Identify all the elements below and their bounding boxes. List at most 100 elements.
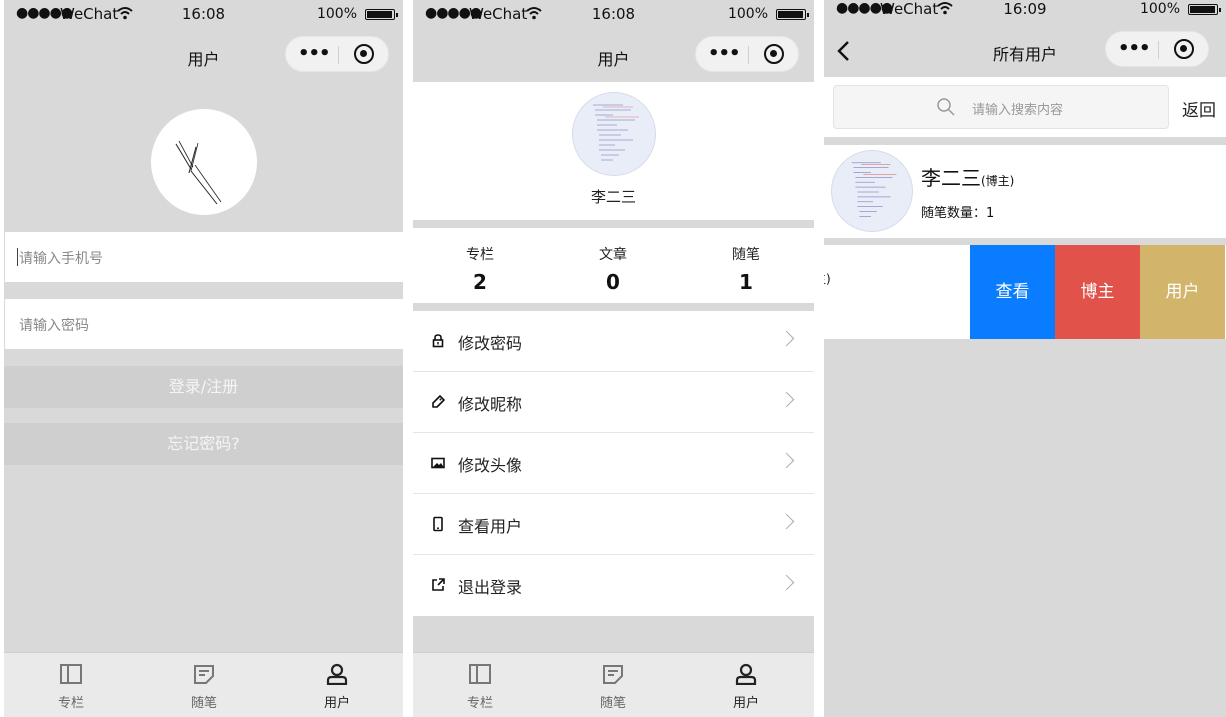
user-icon: [735, 663, 757, 685]
tab-column[interactable]: 专栏: [31, 653, 111, 717]
stat-column[interactable]: 专栏 2: [430, 244, 530, 294]
battery-percent: 100%: [1139, 1, 1180, 17]
search-icon: [937, 98, 955, 116]
external-link-icon: [432, 578, 445, 591]
user-name-line: 李二三(博主): [921, 162, 1014, 191]
tab-essay[interactable]: 随笔: [164, 653, 244, 717]
profile-username: 李二三: [590, 188, 636, 206]
chevron-right-icon: [778, 391, 795, 408]
forgot-password-button[interactable]: 忘记密码?: [4, 423, 403, 465]
profile-screen: ●●●●● WeChat 16:08 100% 用户 ••• 李二三 专栏 2 …: [413, 0, 814, 717]
tab-user-label: 用户: [732, 696, 759, 711]
stat-article-value: 0: [606, 270, 620, 294]
essay-count: 随笔数量：1: [921, 206, 995, 221]
stats-panel: 专栏 2 文章 0 随笔 1: [413, 228, 814, 303]
menu-change-password[interactable]: 修改密码: [413, 311, 814, 372]
more-icon[interactable]: •••: [708, 43, 741, 64]
mini-program-capsule: •••: [1105, 31, 1209, 67]
more-icon[interactable]: •••: [298, 43, 331, 64]
password-field[interactable]: 请输入密码: [5, 299, 403, 349]
tab-column[interactable]: 专栏: [440, 653, 520, 717]
password-placeholder: 请输入密码: [19, 318, 89, 334]
user-name: 李二三: [921, 166, 981, 190]
menu-label: 修改昵称: [458, 395, 523, 414]
battery-percent: 100%: [727, 6, 768, 22]
mini-program-capsule: •••: [285, 36, 389, 72]
column-icon: [469, 664, 491, 684]
partial-role-text: 主): [824, 272, 831, 286]
user-avatar-image: [851, 162, 897, 217]
menu-change-nickname[interactable]: 修改昵称: [413, 372, 814, 433]
phone-placeholder: 请输入手机号: [19, 251, 103, 267]
stat-essay[interactable]: 随笔 1: [696, 244, 796, 294]
user-avatar: [831, 150, 913, 232]
image-icon: [431, 457, 445, 469]
chevron-right-icon: [778, 513, 795, 530]
battery-icon: [776, 9, 809, 20]
battery-icon: [1188, 4, 1221, 15]
tab-user[interactable]: 用户: [706, 653, 786, 717]
login-register-button[interactable]: 登录/注册: [4, 366, 403, 408]
close-target-icon[interactable]: [354, 44, 374, 64]
menu-label: 修改密码: [458, 334, 523, 353]
tab-user[interactable]: 用户: [297, 653, 377, 717]
tab-column-label: 专栏: [466, 696, 493, 711]
search-placeholder: 请输入搜索内容: [972, 103, 1064, 118]
search-input[interactable]: 请输入搜索内容: [833, 85, 1169, 129]
login-screen: ●●●●● WeChat 16:08 100% 用户 ••• 请输入手机号 请输…: [4, 0, 403, 717]
user-role: (博主): [981, 174, 1015, 188]
menu-label: 查看用户: [458, 517, 523, 536]
tab-essay[interactable]: 随笔: [573, 653, 653, 717]
tab-bar: 专栏 随笔 用户: [413, 652, 814, 717]
back-button[interactable]: 返回: [1182, 96, 1216, 121]
close-target-icon[interactable]: [1174, 39, 1194, 59]
status-bar: ●●●●● WeChat 16:09 100%: [824, 0, 1226, 26]
view-action-button[interactable]: 查看: [970, 245, 1055, 339]
stat-essay-value: 1: [739, 270, 753, 294]
profile-header: 李二三: [413, 82, 814, 220]
mini-program-capsule: •••: [695, 36, 799, 72]
all-users-screen: ●●●●● WeChat 16:09 100% 所有用户 ••• 请输入搜索内容…: [824, 0, 1226, 717]
blogger-action-button[interactable]: 博主: [1055, 245, 1140, 339]
stat-article[interactable]: 文章 0: [563, 244, 663, 294]
stat-column-value: 2: [473, 270, 487, 294]
menu-change-avatar[interactable]: 修改头像: [413, 433, 814, 494]
menu-view-users[interactable]: 查看用户: [413, 494, 814, 555]
more-icon[interactable]: •••: [1118, 38, 1151, 59]
avatar-image: [593, 104, 639, 161]
menu-label: 退出登录: [458, 578, 523, 597]
menu-logout[interactable]: 退出登录: [413, 555, 814, 616]
stat-essay-label: 随笔: [732, 247, 760, 263]
stat-article-label: 文章: [599, 247, 627, 263]
text-cursor: [17, 248, 18, 266]
logo: [151, 109, 257, 215]
column-icon: [60, 664, 82, 684]
logo-sketch-icon: [175, 140, 222, 205]
tag-icon: [432, 395, 445, 408]
tab-essay-label: 随笔: [190, 696, 217, 711]
chevron-right-icon: [778, 330, 795, 347]
tab-column-label: 专栏: [57, 696, 84, 711]
user-action-button[interactable]: 用户: [1140, 245, 1225, 339]
chevron-right-icon: [778, 452, 795, 469]
menu-label: 修改头像: [458, 456, 523, 475]
lock-icon: [432, 334, 444, 348]
stat-column-label: 专栏: [466, 247, 494, 263]
user-card[interactable]: 李二三(博主) 随笔数量：1: [824, 145, 1226, 238]
phone-icon: [433, 516, 443, 532]
tab-essay-label: 随笔: [599, 696, 626, 711]
phone-field[interactable]: 请输入手机号: [5, 232, 403, 282]
tab-user-label: 用户: [323, 696, 350, 711]
user-icon: [326, 663, 348, 685]
search-bar: 请输入搜索内容 返回: [824, 77, 1226, 137]
chevron-right-icon: [778, 574, 795, 591]
tab-bar: 专栏 随笔 用户: [4, 652, 403, 717]
note-icon: [194, 665, 214, 684]
close-target-icon[interactable]: [764, 44, 784, 64]
battery-percent: 100%: [316, 6, 357, 22]
battery-icon: [365, 9, 398, 20]
status-bar: ●●●●● WeChat 16:08 100%: [4, 0, 403, 26]
avatar[interactable]: [572, 92, 656, 176]
status-bar: ●●●●● WeChat 16:08 100%: [413, 0, 814, 26]
note-icon: [603, 665, 623, 684]
